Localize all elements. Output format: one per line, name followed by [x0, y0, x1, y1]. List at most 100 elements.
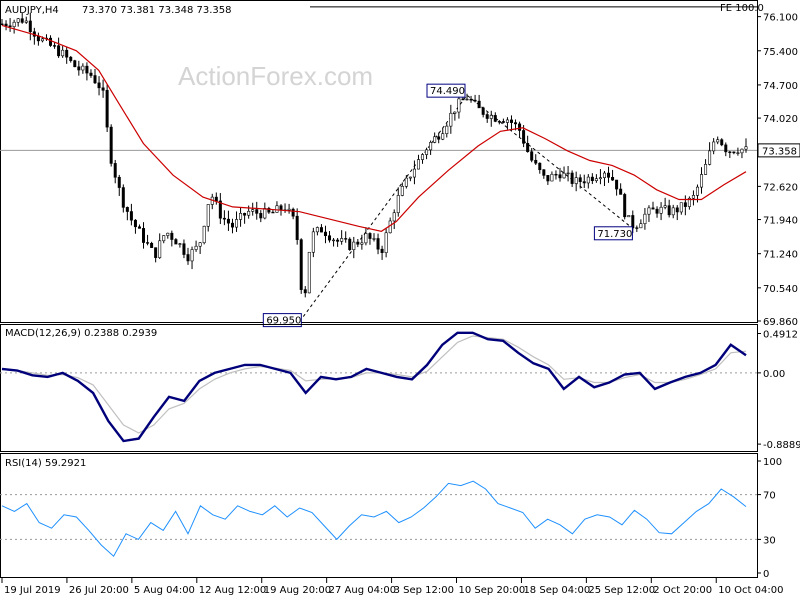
candle-body — [170, 232, 174, 240]
candle-body — [421, 154, 425, 160]
candle-body — [328, 235, 332, 241]
candle-body — [247, 210, 251, 216]
candle-body — [251, 209, 255, 212]
candle-body — [275, 205, 279, 213]
candle-body — [473, 99, 477, 102]
candle-body — [433, 136, 437, 143]
candle-body — [396, 195, 400, 214]
candle-body — [481, 107, 485, 115]
candle-body — [647, 207, 651, 215]
time-tick-label: 10 Oct 04:00 — [718, 585, 783, 596]
candle-body — [429, 142, 433, 151]
candle-body — [4, 23, 8, 27]
candle-body — [416, 159, 420, 170]
price-tick-label: 70.540 — [763, 284, 798, 295]
candle-body — [255, 209, 259, 214]
candle-body — [12, 21, 16, 28]
candle-body — [360, 242, 364, 245]
last-price-marker: 73.358 — [757, 143, 800, 158]
candle-body — [81, 65, 85, 71]
candle-body — [404, 177, 408, 187]
candle-body — [546, 175, 550, 182]
candle-body — [364, 233, 368, 244]
candle-body — [522, 130, 526, 144]
watermark: ActionForex.com — [178, 61, 373, 91]
candle-body — [655, 208, 659, 214]
candle-body — [607, 172, 611, 178]
candle-body — [121, 187, 125, 208]
candle-body — [526, 143, 530, 153]
candle-body — [235, 219, 239, 228]
candle-body — [691, 195, 695, 199]
time-tick-label: 27 Aug 04:00 — [329, 585, 396, 596]
candle-body — [291, 208, 295, 217]
candle-body — [505, 119, 509, 123]
candle-body — [712, 141, 716, 152]
candle-body — [129, 211, 133, 221]
candle-body — [477, 100, 481, 109]
candle-body — [303, 289, 307, 294]
time-tick-label: 18 Sep 04:00 — [523, 585, 590, 596]
candle-body — [85, 65, 89, 74]
candle-body — [206, 204, 210, 227]
candle-body — [279, 205, 283, 211]
candle-body — [259, 213, 263, 219]
time-tick-label: 25 Sep 12:00 — [588, 585, 655, 596]
macd-tick-label: -0.8889 — [763, 440, 800, 451]
price-annotation-label: 74.490 — [430, 86, 465, 97]
candle-body — [150, 242, 154, 248]
candle-body — [315, 227, 319, 233]
candle-body — [202, 225, 206, 244]
candle-body — [590, 176, 594, 182]
candle-body — [461, 98, 465, 101]
candle-body — [230, 222, 234, 228]
candle-body — [542, 169, 546, 176]
ohlc-readout: 73.370 73.381 73.348 73.358 — [82, 5, 232, 16]
candle-body — [574, 177, 578, 184]
candle-body — [243, 213, 247, 216]
candle-body — [77, 66, 81, 71]
candle-body — [190, 249, 194, 262]
time-tick-label: 3 Sep 12:00 — [394, 585, 454, 596]
candle-body — [380, 248, 384, 253]
rsi-tick-label: 30 — [763, 535, 776, 546]
price-tick-label: 74.020 — [763, 114, 798, 125]
candle-body — [198, 242, 202, 247]
candle-body — [643, 213, 647, 224]
candle-body — [594, 178, 598, 182]
price-tick-label: 69.860 — [763, 317, 798, 328]
candle-body — [61, 49, 65, 57]
candle-body — [501, 121, 505, 123]
candle-body — [352, 241, 356, 250]
candle-body — [93, 75, 97, 84]
candle-body — [299, 239, 303, 290]
candle-body — [194, 245, 198, 250]
candle-body — [307, 251, 311, 294]
candle-body — [534, 159, 538, 164]
candle-body — [166, 232, 170, 236]
price-tick-label: 74.700 — [763, 81, 798, 92]
candle-body — [57, 45, 61, 57]
candle-body — [105, 89, 109, 128]
time-tick-label: 26 Jul 20:00 — [69, 585, 129, 596]
candle-body — [214, 196, 218, 202]
candle-body — [340, 238, 344, 242]
candle-body — [704, 164, 708, 175]
candle-body — [186, 254, 190, 262]
candle-body — [441, 133, 445, 140]
candle-body — [732, 151, 736, 154]
candle-body — [623, 194, 627, 218]
candle-body — [332, 239, 336, 242]
candle-body — [720, 139, 724, 146]
candle-body — [20, 18, 24, 23]
candle-body — [457, 98, 461, 113]
candle-body — [586, 176, 590, 184]
candle-body — [408, 176, 412, 179]
candle-body — [724, 144, 728, 153]
price-tick-label: 75.400 — [763, 47, 798, 58]
candle-body — [437, 136, 441, 140]
candle-body — [146, 242, 150, 244]
candle-body — [271, 211, 275, 214]
candle-body — [154, 247, 158, 258]
price-panel-title: AUDJPY,H4 — [5, 5, 59, 16]
